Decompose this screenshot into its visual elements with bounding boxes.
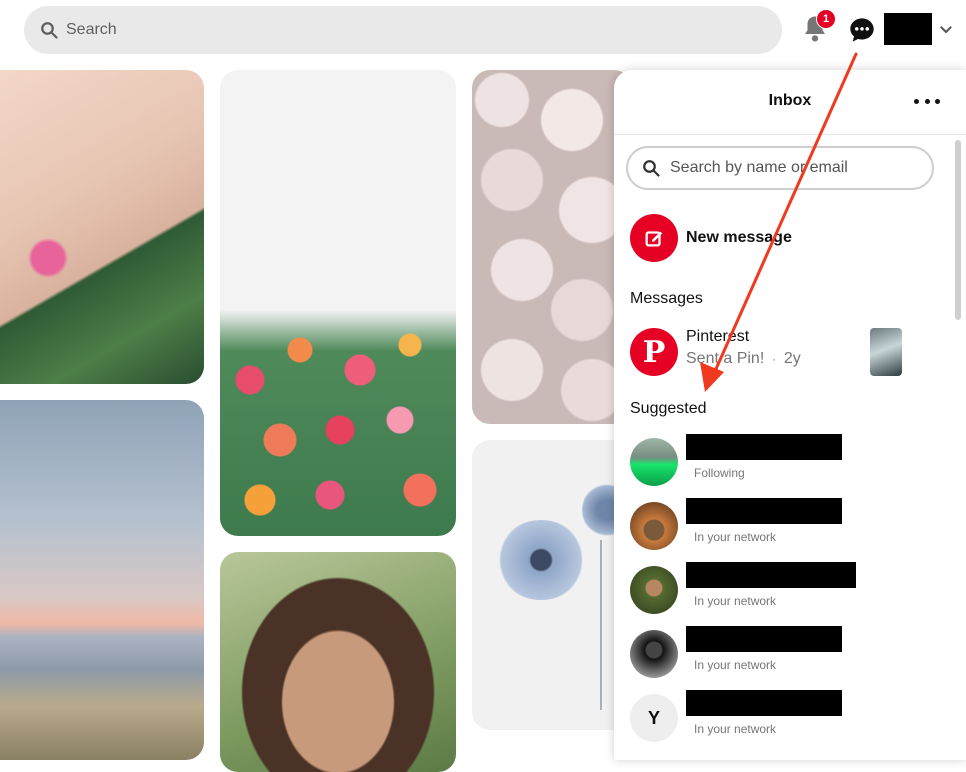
- conversation-name: Pinterest: [686, 328, 750, 345]
- pin-wrist-tattoo[interactable]: [0, 70, 204, 384]
- suggested-contact[interactable]: In your network: [630, 498, 930, 552]
- suggested-contact[interactable]: In your network: [630, 626, 930, 680]
- search-icon: [643, 160, 660, 177]
- redacted-name: [686, 498, 842, 524]
- redacted-name: [686, 562, 856, 588]
- suggested-contact[interactable]: In your network: [630, 562, 930, 616]
- pin-blue-watercolor-flowers[interactable]: [472, 440, 632, 730]
- avatar: [630, 566, 678, 614]
- pin-floral-illustration[interactable]: [220, 70, 456, 536]
- avatar: [630, 502, 678, 550]
- contact-status: In your network: [694, 594, 777, 608]
- suggested-contact[interactable]: Y In your network: [630, 690, 930, 744]
- avatar: [630, 630, 678, 678]
- new-message-button[interactable]: New message: [630, 214, 792, 262]
- contact-status: In your network: [694, 658, 777, 672]
- top-bar: Search 1: [0, 0, 966, 62]
- inbox-search-placeholder: Search by name or email: [670, 159, 848, 176]
- redacted-name: [686, 434, 842, 460]
- pin-beach-sunset[interactable]: [0, 400, 204, 760]
- contact-status: In your network: [694, 722, 777, 736]
- conversation-preview: Sent a Pin! · 2y: [686, 350, 801, 367]
- pin-white-roses[interactable]: [472, 70, 632, 424]
- inbox-search-input[interactable]: Search by name or email: [626, 146, 934, 190]
- messages-heading: Messages: [630, 290, 703, 307]
- redacted-name: [686, 690, 842, 716]
- chat-bubble-icon[interactable]: [848, 16, 876, 44]
- edit-icon: [630, 214, 678, 262]
- flower-stem: [600, 540, 602, 710]
- redacted-name: [686, 626, 842, 652]
- avatar: [630, 438, 678, 486]
- avatar: Y: [630, 694, 678, 742]
- search-bar[interactable]: Search: [24, 6, 782, 54]
- new-message-label: New message: [686, 229, 792, 246]
- scrollbar[interactable]: [955, 140, 961, 320]
- watercolor-flower: [496, 520, 586, 600]
- search-placeholder: Search: [66, 21, 117, 38]
- conversation-item[interactable]: P Pinterest Sent a Pin! · 2y: [630, 326, 920, 378]
- inbox-panel: Inbox Search by name or email New messag…: [614, 70, 966, 760]
- divider: [614, 134, 966, 135]
- contact-status: Following: [694, 466, 745, 480]
- search-icon: [41, 22, 58, 39]
- suggested-contact[interactable]: Following: [630, 434, 930, 488]
- flower-art: [220, 310, 456, 536]
- conversation-preview-text: Sent a Pin!: [686, 350, 765, 367]
- pinterest-logo-icon: P: [630, 328, 678, 376]
- pin-portrait[interactable]: [220, 552, 456, 772]
- chevron-down-icon[interactable]: [938, 22, 954, 38]
- notification-badge: 1: [816, 9, 836, 29]
- pin-thumbnail: [870, 328, 902, 376]
- suggested-heading: Suggested: [630, 400, 707, 417]
- conversation-time: 2y: [783, 350, 801, 367]
- contact-status: In your network: [694, 530, 777, 544]
- profile-avatar-redacted[interactable]: [884, 13, 932, 45]
- more-horizontal-icon[interactable]: [914, 90, 940, 112]
